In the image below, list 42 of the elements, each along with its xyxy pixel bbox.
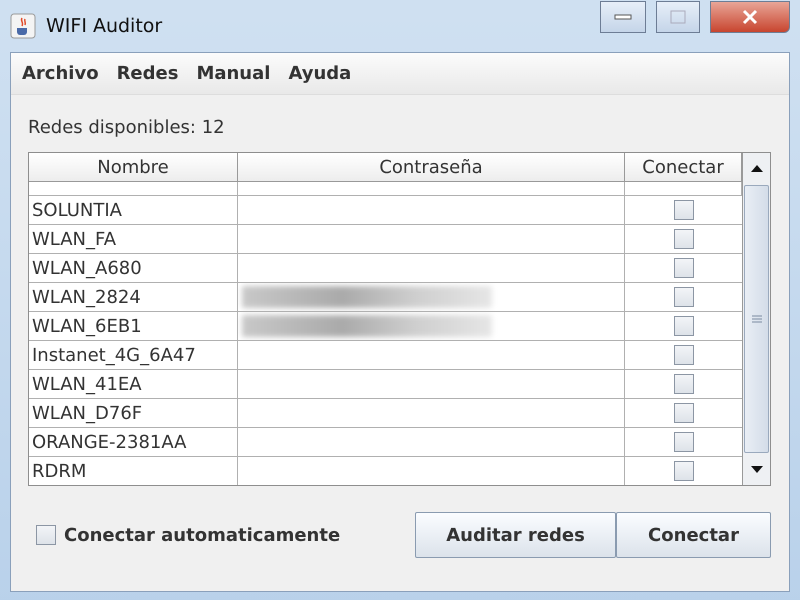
checkbox-label: Conectar automaticamente — [64, 524, 340, 546]
menu-item[interactable]: Manual — [189, 63, 278, 84]
minimize-icon — [614, 14, 632, 20]
close-button[interactable] — [710, 1, 790, 33]
checkbox[interactable] — [674, 345, 694, 365]
coffee-cup-icon — [10, 13, 36, 39]
window-title: WIFI Auditor — [46, 15, 162, 37]
checkbox[interactable] — [674, 316, 694, 336]
checkbox[interactable] — [674, 200, 694, 220]
checkbox[interactable] — [674, 287, 694, 307]
minimize-button[interactable] — [600, 1, 646, 33]
close-icon — [742, 9, 758, 25]
column-header[interactable]: Contraseña — [238, 153, 625, 182]
network-name-cell: Instanet_4G_6A47 — [29, 341, 238, 369]
network-name-cell: ORANGE-2381AA — [29, 428, 238, 456]
menu-item[interactable]: Redes — [110, 63, 186, 84]
column-header[interactable]: Nombre — [29, 153, 238, 182]
down-arrow-icon — [750, 466, 762, 474]
checkbox[interactable] — [674, 374, 694, 394]
menu-item[interactable]: Archivo — [15, 63, 106, 84]
network-name-cell: WLAN_41EA — [29, 370, 238, 398]
network-name-cell: WLAN_A680 — [29, 254, 238, 282]
checkbox[interactable] — [674, 229, 694, 249]
checkbox[interactable] — [36, 525, 56, 545]
up-arrow-icon — [750, 164, 762, 172]
scrollbar-thumb[interactable] — [744, 185, 769, 453]
network-name-cell: RDRM — [29, 457, 238, 485]
maximize-icon — [670, 10, 686, 24]
networks-count-label: Redes disponibles: 12 — [28, 117, 226, 138]
network-name-cell: WLAN_D76F — [29, 399, 238, 427]
action-button[interactable]: Auditar redes — [415, 512, 616, 558]
network-name-cell: SOLUNTIA — [29, 196, 238, 224]
network-name-cell: WLAN_6EB1 — [29, 312, 238, 340]
checkbox[interactable] — [674, 432, 694, 452]
action-button[interactable]: Conectar — [616, 512, 771, 558]
network-name-cell: WLAN_FA — [29, 225, 238, 253]
checkbox[interactable] — [674, 461, 694, 481]
maximize-button[interactable] — [656, 1, 700, 33]
checkbox[interactable] — [674, 403, 694, 423]
menu-item[interactable]: Ayuda — [281, 63, 358, 84]
checkbox[interactable] — [674, 258, 694, 278]
network-name-cell: WLAN_2824 — [29, 283, 238, 311]
